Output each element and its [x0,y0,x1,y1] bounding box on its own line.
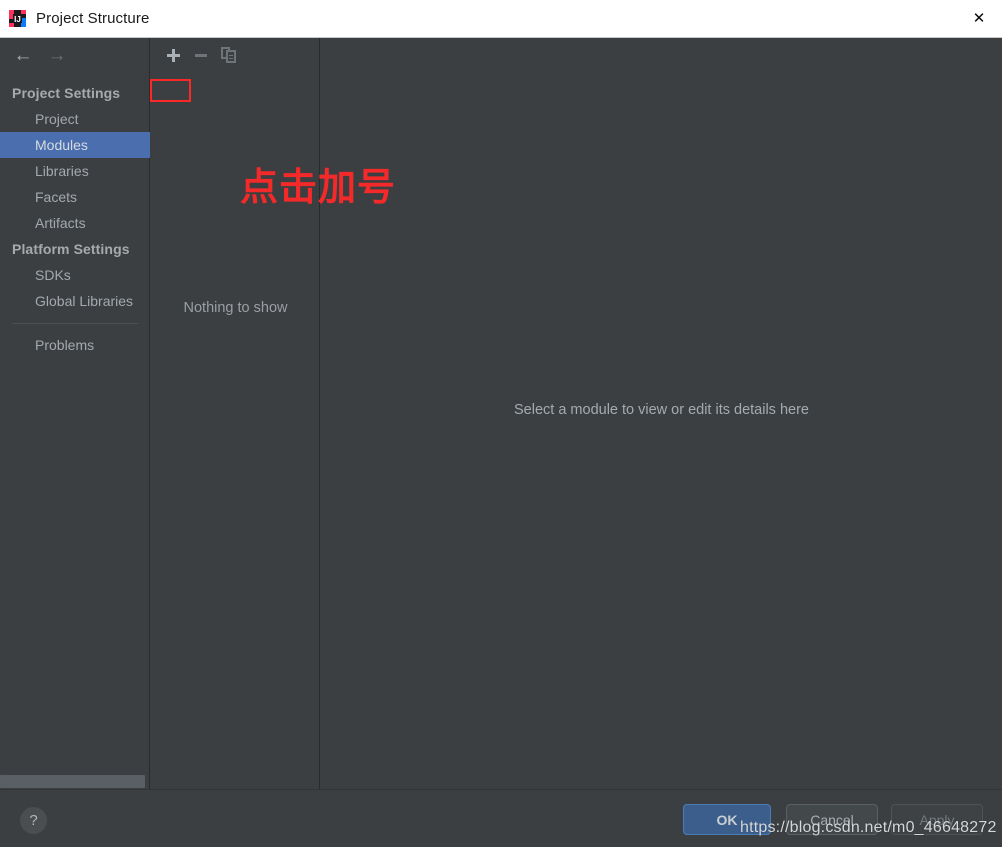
remove-module-button[interactable] [187,42,215,68]
dialog-body: ← → Project Settings Project Modules Librar… [0,38,1002,789]
annotation-text: 点击加号 [240,165,397,209]
module-details-panel: Select a module to view or edit its deta… [321,38,1002,789]
svg-text:IJ: IJ [14,15,21,24]
sidebar-item-sdks[interactable]: SDKs [0,262,150,288]
sidebar-horizontal-scrollbar[interactable] [0,775,145,788]
modules-empty-message: Nothing to show [183,300,288,316]
module-details-hint: Select a module to view or edit its deta… [514,402,809,418]
sidebar-group-platform-settings: Platform Settings [12,241,130,257]
window-titlebar: IJ Project Structure ✕ [0,0,1002,38]
forward-arrow-icon[interactable]: → [40,40,74,70]
settings-nav-list: Project Settings Project Modules Libraries F… [0,80,150,358]
modules-list-panel: Nothing to show [151,38,320,789]
close-icon[interactable]: ✕ [956,0,1002,37]
add-module-button[interactable] [159,42,187,68]
copy-icon [221,47,237,63]
intellij-idea-logo-icon: IJ [9,10,26,27]
sidebar-item-project[interactable]: Project [0,106,150,132]
back-arrow-icon[interactable]: ← [6,40,40,70]
sidebar-item-artifacts[interactable]: Artifacts [0,210,150,236]
minus-icon [195,53,207,57]
sidebar-item-global-libraries[interactable]: Global Libraries [0,288,150,314]
plus-icon [166,48,180,62]
project-structure-dialog: IJ Project Structure ✕ ← → Project Setti… [0,0,1002,847]
help-button[interactable]: ? [20,807,47,834]
navigation-arrows: ← → [0,38,150,72]
window-title: Project Structure [36,10,150,27]
sidebar-item-modules[interactable]: Modules [0,132,150,158]
dialog-footer: ? OK Cancel Apply [0,789,1002,847]
settings-sidebar: ← → Project Settings Project Modules Librar… [0,38,150,789]
sidebar-group-project-settings: Project Settings [12,85,121,101]
sidebar-item-facets[interactable]: Facets [0,184,150,210]
sidebar-divider [12,323,138,324]
sidebar-item-libraries[interactable]: Libraries [0,158,150,184]
watermark-url: https://blog.csdn.net/m0_46648272 [740,819,997,836]
copy-module-button[interactable] [215,42,243,68]
modules-toolbar [151,38,320,72]
sidebar-item-problems[interactable]: Problems [0,332,150,358]
